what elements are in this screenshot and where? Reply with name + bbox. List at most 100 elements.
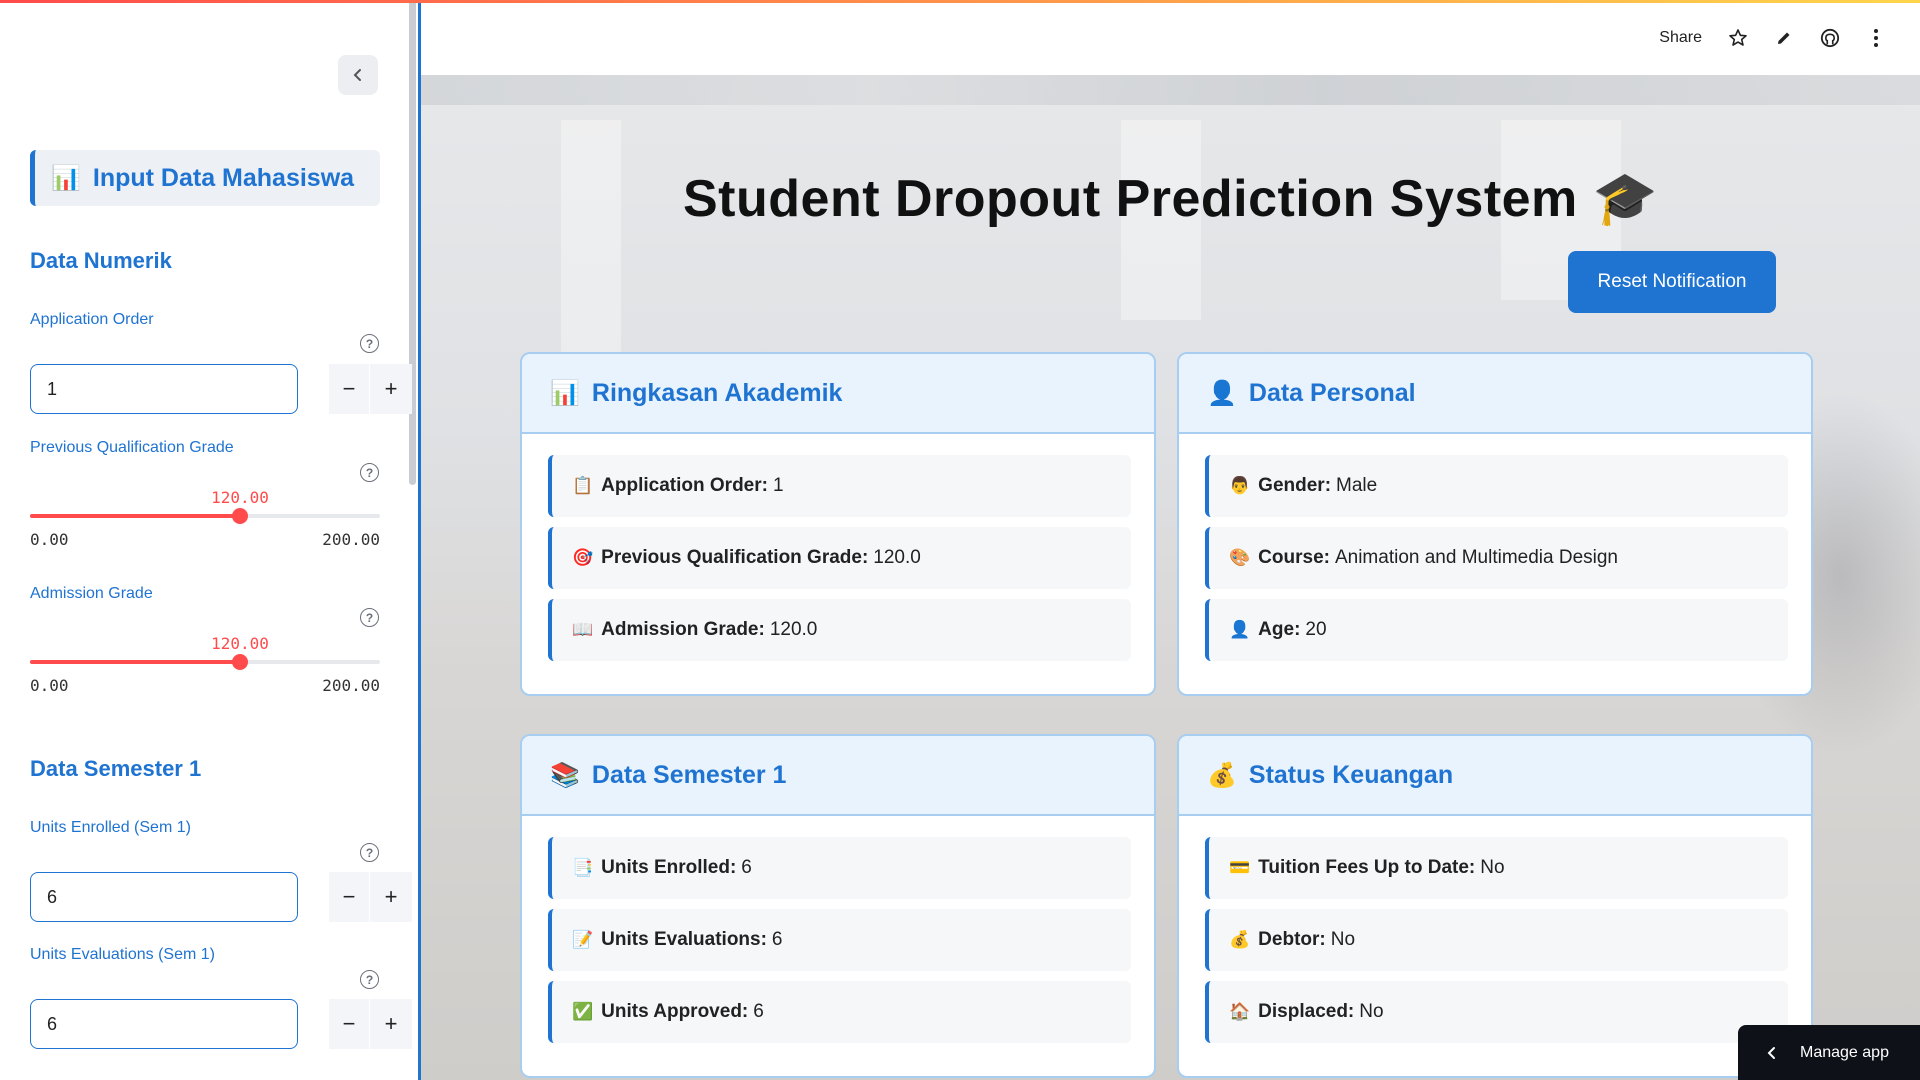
row-value: 20	[1305, 619, 1327, 640]
books-icon: 📚	[550, 761, 580, 789]
card-row: 📝 Units Evaluations: 6	[548, 909, 1131, 971]
slider-min: 0.00	[30, 676, 69, 695]
increment-button[interactable]: +	[370, 999, 412, 1049]
increment-button[interactable]: +	[370, 364, 412, 414]
card-title: Data Semester 1	[591, 760, 787, 789]
slider-fill	[30, 660, 240, 664]
row-label: Course:	[1258, 547, 1330, 568]
row-value: 120.0	[873, 547, 921, 568]
manage-app-button[interactable]: Manage app	[1738, 1025, 1920, 1080]
reset-notification-button[interactable]: Reset Notification	[1568, 251, 1776, 313]
row-label: Previous Qualification Grade:	[601, 547, 869, 568]
card-header: 📊 Ringkasan Akademik	[522, 354, 1154, 434]
manage-app-label: Manage app	[1800, 1043, 1889, 1061]
share-button[interactable]: Share	[1659, 29, 1702, 47]
row-label: Application Order:	[601, 475, 768, 496]
edit-icon[interactable]	[1774, 28, 1794, 48]
card-data-personal: 👤 Data Personal 👨 Gender: Male 🎨 Course:…	[1177, 352, 1813, 696]
sidebar-header: 📊 Input Data Mahasiswa	[30, 150, 380, 206]
more-vertical-icon[interactable]	[1866, 28, 1886, 48]
card-title: Status Keuangan	[1248, 760, 1454, 789]
memo-icon: 📝	[572, 930, 594, 949]
sidebar: 📊 Input Data Mahasiswa Data Numerik Appl…	[0, 0, 421, 1080]
row-label: Admission Grade:	[601, 619, 765, 640]
chart-icon: 📊	[550, 379, 580, 407]
section-title-numerik: Data Numerik	[30, 248, 172, 273]
credit-card-icon: 💳	[1229, 858, 1251, 877]
house-icon: 🏠	[1229, 1002, 1251, 1021]
card-row: 📑 Units Enrolled: 6	[548, 837, 1131, 899]
man-icon: 👨	[1229, 476, 1251, 495]
card-row: 💰 Debtor: No	[1205, 909, 1788, 971]
row-label: Tuition Fees Up to Date:	[1258, 857, 1476, 878]
help-icon[interactable]: ?	[360, 608, 379, 627]
slider-thumb[interactable]	[232, 654, 248, 670]
slider-min: 0.00	[30, 530, 69, 549]
slider-fill	[30, 514, 240, 518]
row-label: Gender:	[1258, 475, 1332, 496]
chevron-left-icon	[1767, 1046, 1775, 1059]
star-icon[interactable]	[1728, 28, 1748, 48]
card-row: 🎯 Previous Qualification Grade: 120.0	[548, 527, 1131, 589]
github-icon[interactable]	[1820, 28, 1840, 48]
row-value: 6	[771, 929, 783, 950]
units-enrolled-input: 6 − +	[30, 872, 412, 922]
card-ringkasan-akademik: 📊 Ringkasan Akademik 📋 Application Order…	[520, 352, 1156, 696]
header-actions: Share	[1659, 28, 1886, 48]
collapse-sidebar-button[interactable]	[338, 55, 378, 95]
card-header: 💰 Status Keuangan	[1179, 736, 1811, 816]
row-value: Male	[1336, 475, 1378, 496]
decrement-button[interactable]: −	[329, 364, 369, 414]
card-row: 👤 Age: 20	[1205, 599, 1788, 661]
slider-value: 120.00	[211, 634, 269, 653]
help-icon[interactable]: ?	[360, 334, 379, 353]
card-row: 💳 Tuition Fees Up to Date: No	[1205, 837, 1788, 899]
help-icon[interactable]: ?	[360, 463, 379, 482]
chart-icon: 📊	[51, 164, 81, 192]
help-icon[interactable]: ?	[360, 843, 379, 862]
bookmark-tabs-icon: 📑	[572, 858, 594, 877]
increment-button[interactable]: +	[370, 872, 412, 922]
row-label: Displaced:	[1258, 1001, 1355, 1022]
help-icon[interactable]: ?	[360, 970, 379, 989]
decrement-button[interactable]: −	[329, 872, 369, 922]
row-label: Debtor:	[1258, 929, 1326, 950]
card-row: 📖 Admission Grade: 120.0	[548, 599, 1131, 661]
top-accent-line	[0, 0, 1920, 3]
row-value: No	[1330, 929, 1356, 950]
money-bag-icon: 💰	[1229, 930, 1251, 949]
units-evaluations-field[interactable]: 6	[30, 999, 298, 1049]
person-icon: 👤	[1229, 620, 1251, 639]
card-header: 👤 Data Personal	[1179, 354, 1811, 434]
application-order-field[interactable]: 1	[30, 364, 298, 414]
card-row: 🏠 Displaced: No	[1205, 981, 1788, 1043]
units-enrolled-field[interactable]: 6	[30, 872, 298, 922]
row-label: Units Enrolled:	[601, 857, 737, 878]
card-row: 📋 Application Order: 1	[548, 455, 1131, 517]
admission-grade-slider[interactable]: 120.00 0.00 200.00	[30, 634, 380, 695]
units-enrolled-label: Units Enrolled (Sem 1)	[30, 819, 191, 836]
slider-thumb[interactable]	[232, 508, 248, 524]
slider-track[interactable]	[30, 660, 380, 664]
application-order-label: Application Order	[30, 311, 154, 328]
row-label: Age:	[1258, 619, 1301, 640]
clipboard-icon: 📋	[572, 476, 594, 495]
slider-max: 200.00	[322, 530, 380, 549]
decrement-button[interactable]: −	[329, 999, 369, 1049]
row-value: No	[1480, 857, 1505, 878]
prev-grade-label: Previous Qualification Grade	[30, 439, 234, 456]
person-icon: 👤	[1207, 379, 1237, 407]
row-label: Units Approved:	[601, 1001, 749, 1022]
card-row: ✅ Units Approved: 6	[548, 981, 1131, 1043]
chevron-left-icon	[353, 69, 361, 81]
app-header: Share	[421, 0, 1920, 75]
row-label: Units Evaluations:	[601, 929, 767, 950]
application-order-input: 1 − +	[30, 364, 412, 414]
units-evaluations-label: Units Evaluations (Sem 1)	[30, 946, 215, 963]
slider-track[interactable]	[30, 514, 380, 518]
background-shelf	[421, 75, 1920, 105]
units-evaluations-input: 6 − +	[30, 999, 412, 1049]
card-data-semester-1: 📚 Data Semester 1 📑 Units Enrolled: 6 📝 …	[520, 734, 1156, 1078]
prev-grade-slider[interactable]: 120.00 0.00 200.00	[30, 488, 380, 549]
page-title: Student Dropout Prediction System 🎓	[683, 170, 1658, 228]
